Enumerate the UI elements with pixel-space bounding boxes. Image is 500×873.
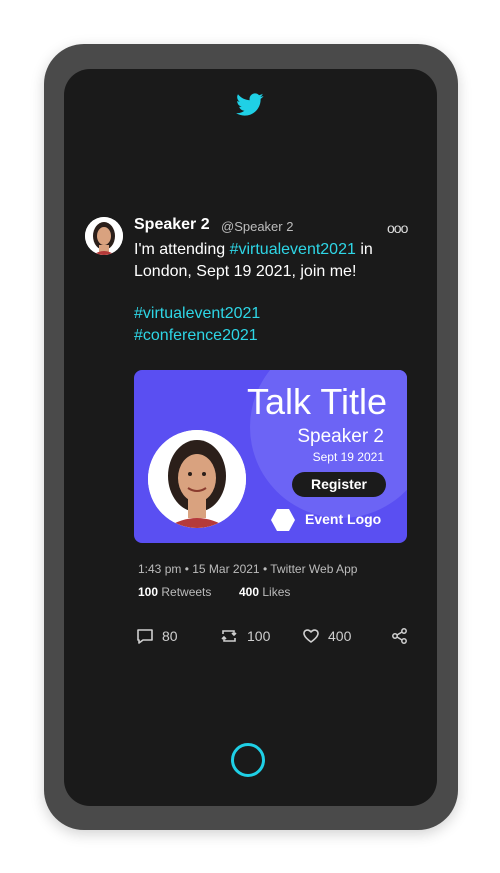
share-button[interactable]: [391, 627, 417, 645]
tweet-text: I'm attending #virtualevent2021 in Londo…: [134, 239, 424, 283]
avatar-photo-icon: [85, 217, 123, 255]
tweet-hashtag-link[interactable]: #virtualevent2021: [230, 241, 356, 258]
reply-button[interactable]: 80: [136, 627, 178, 645]
hashtag-conference[interactable]: #conference2021: [134, 325, 260, 347]
likes-count: 400: [239, 585, 260, 599]
retweets-stat[interactable]: 100 Retweets: [138, 585, 211, 599]
tweet-hashtags: #virtualevent2021 #conference2021: [134, 303, 260, 347]
retweets-count: 100: [138, 585, 159, 599]
reply-icon: [137, 629, 153, 644]
heart-icon: [303, 629, 319, 643]
speaker-photo: [148, 430, 246, 528]
reply-count: 80: [162, 628, 178, 644]
share-icon: [392, 628, 407, 644]
more-options-icon[interactable]: ooo: [387, 220, 408, 236]
like-count: 400: [328, 628, 352, 644]
register-button[interactable]: Register: [292, 472, 386, 497]
retweet-icon: [221, 630, 237, 642]
likes-label: Likes: [259, 585, 291, 599]
retweets-label: Retweets: [158, 585, 212, 599]
event-logo-hexagon-icon: [271, 509, 295, 531]
likes-stat[interactable]: 400 Likes: [239, 585, 290, 599]
speaker-portrait-icon: [148, 430, 246, 528]
card-talk-title: Talk Title: [246, 381, 387, 422]
card-speaker-name: Speaker 2: [297, 426, 384, 447]
phone-frame: Speaker 2 @Speaker 2 ooo I'm attending #…: [44, 44, 458, 830]
author-name[interactable]: Speaker 2: [134, 216, 210, 234]
card-event-date: Sept 19 2021: [312, 450, 384, 464]
home-button[interactable]: [231, 743, 265, 777]
like-button[interactable]: 400: [302, 627, 351, 645]
phone-screen: Speaker 2 @Speaker 2 ooo I'm attending #…: [64, 69, 437, 806]
author-handle[interactable]: @Speaker 2: [221, 219, 293, 234]
retweet-count: 100: [247, 628, 271, 644]
event-card[interactable]: Talk Title Speaker 2 Sept 19 2021 Regist…: [134, 370, 407, 543]
avatar[interactable]: [85, 217, 123, 255]
tweet-timestamp: 1:43 pm • 15 Mar 2021 • Twitter Web App: [138, 562, 358, 576]
event-logo-text: Event Logo: [305, 511, 382, 527]
retweet-button[interactable]: 100: [219, 627, 270, 645]
twitter-bird-icon: [236, 93, 264, 116]
tweet-text-before: I'm attending: [134, 241, 230, 258]
hashtag-virtualevent[interactable]: #virtualevent2021: [134, 303, 260, 325]
